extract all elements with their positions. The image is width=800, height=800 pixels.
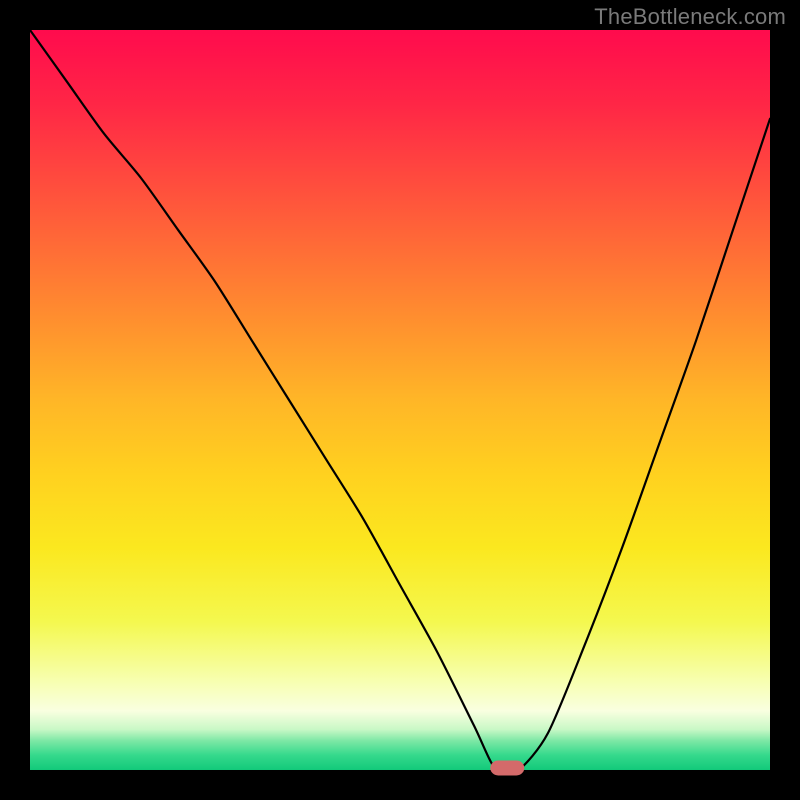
watermark-text: TheBottleneck.com — [594, 4, 786, 30]
bottleneck-chart — [0, 0, 800, 800]
gradient-background — [30, 30, 770, 770]
minimum-marker — [490, 761, 524, 776]
